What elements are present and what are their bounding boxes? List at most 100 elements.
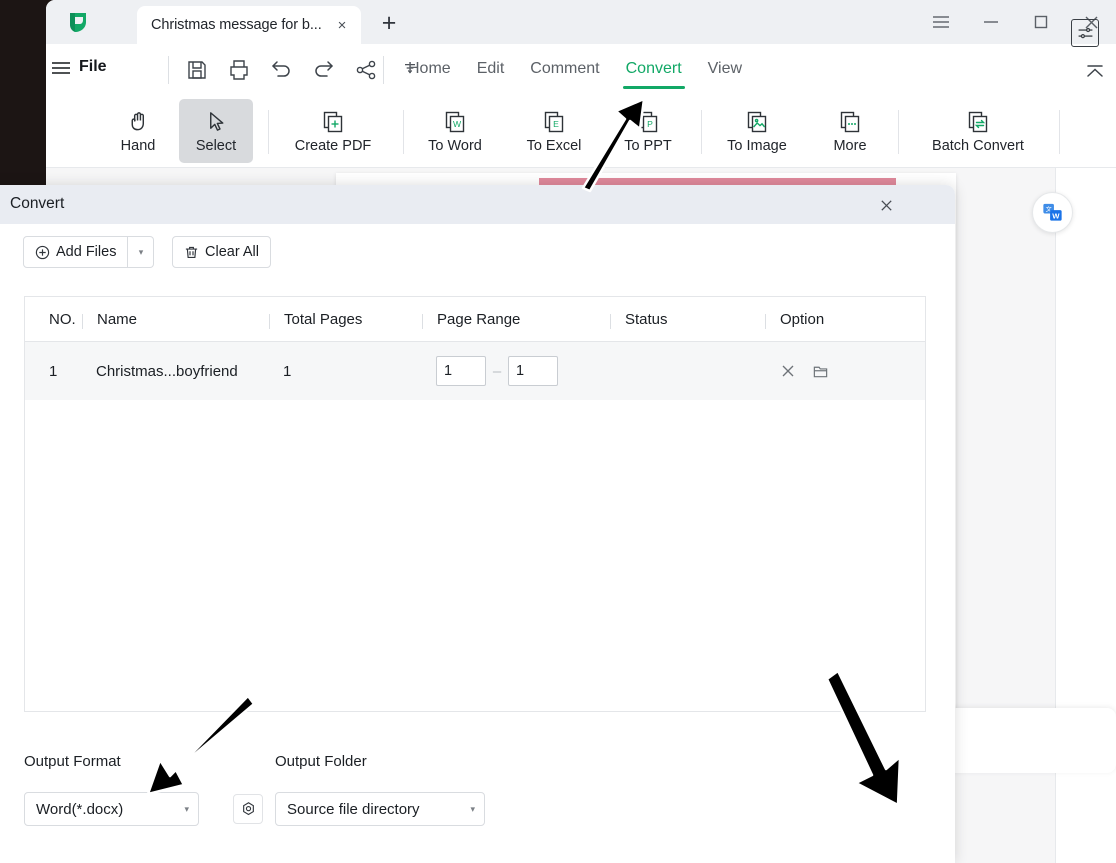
tab-comment-label: Comment [530, 60, 600, 77]
tab-convert[interactable]: Convert [613, 54, 695, 89]
main-menu-icon[interactable] [51, 60, 71, 80]
column-header-status-label: Status [625, 310, 668, 328]
svg-text:P: P [647, 119, 653, 129]
add-files-button[interactable]: Add Files [23, 236, 129, 268]
ribbon-button-batch-convert[interactable]: Batch Convert [908, 99, 1048, 163]
cell-option [779, 362, 909, 380]
ribbon-separator-3 [701, 110, 702, 154]
table-header-row: NO. Name Total Pages Page Range Status O… [25, 297, 925, 342]
ribbon-button-create-pdf[interactable]: Create PDF [278, 99, 388, 163]
column-header-option: Option [765, 310, 909, 329]
document-tab[interactable]: Christmas message for b... × [137, 6, 361, 44]
collapse-ribbon-icon[interactable] [1084, 60, 1106, 82]
ribbon-separator-4 [898, 110, 899, 154]
batch-convert-icon [965, 109, 991, 135]
remove-file-icon[interactable] [779, 362, 797, 380]
convert-dialog-toolbar: Add Files ▾ Clear All [0, 224, 955, 286]
svg-text:E: E [553, 119, 559, 129]
column-header-total-pages-label: Total Pages [284, 310, 363, 328]
folder-icon[interactable] [811, 362, 829, 380]
tab-home-label: Home [408, 60, 451, 77]
cell-name: Christmas...boyfriend [96, 362, 238, 380]
ribbon-button-create-pdf-label: Create PDF [294, 137, 372, 154]
output-format-select[interactable]: Word(*.docx) ▾ [24, 792, 199, 826]
to-image-icon [744, 109, 770, 135]
desktop-backdrop-left [0, 0, 46, 190]
convert-dialog-title: Convert [10, 195, 65, 212]
to-word-icon: W [442, 109, 468, 135]
translate-word-icon[interactable]: 文 W [1032, 192, 1073, 233]
close-icon[interactable] [874, 193, 898, 217]
print-icon[interactable] [227, 58, 251, 82]
output-format-value: Word(*.docx) [36, 800, 124, 818]
column-header-no: NO. [49, 310, 76, 328]
more-icon [837, 109, 863, 135]
clear-all-button[interactable]: Clear All [172, 236, 271, 268]
output-folder-label: Output Folder [275, 753, 367, 770]
to-ppt-icon: P [635, 109, 661, 135]
add-files-group: Add Files ▾ [23, 236, 155, 268]
gear-icon[interactable] [233, 794, 263, 824]
tab-home[interactable]: Home [395, 54, 464, 89]
ribbon-button-to-excel[interactable]: E To Excel [512, 99, 596, 163]
ribbon-tab-list: Home Edit Comment Convert View [395, 54, 755, 89]
ribbon-button-to-word-label: To Word [428, 137, 482, 154]
app-menu-icon[interactable] [916, 0, 966, 44]
page-range-from-input[interactable] [436, 356, 486, 386]
close-icon[interactable]: × [333, 16, 351, 34]
ribbon-button-to-word[interactable]: W To Word [412, 99, 498, 163]
ribbon-button-to-image[interactable]: To Image [711, 99, 803, 163]
column-header-option-label: Option [780, 310, 825, 328]
ribbon-button-hand[interactable]: Hand [103, 99, 173, 163]
ribbon-button-select[interactable]: Select [179, 99, 253, 163]
redo-icon[interactable] [312, 58, 336, 82]
convert-dialog-footer: Output Format Word(*.docx) ▾ Output Fold… [0, 740, 955, 863]
ribbon-toolbar: Hand Select Create PDF W To Word E To Ex… [46, 96, 1116, 168]
plus-circle-icon [35, 245, 50, 260]
ribbon-separator-2 [403, 110, 404, 154]
ribbon-separator-5 [1059, 110, 1060, 154]
ribbon-button-more[interactable]: More [814, 99, 886, 163]
sliders-panel-icon[interactable] [1071, 19, 1099, 47]
output-folder-select[interactable]: Source file directory ▾ [275, 792, 485, 826]
column-header-page-range-label: Page Range [437, 310, 521, 328]
hand-icon [125, 109, 151, 135]
tab-comment[interactable]: Comment [517, 54, 612, 89]
tab-view-label: View [707, 60, 743, 77]
save-icon[interactable] [185, 58, 209, 82]
undo-icon[interactable] [269, 58, 293, 82]
output-folder-value: Source file directory [287, 800, 420, 818]
ribbon-button-to-ppt[interactable]: P To PPT [608, 99, 688, 163]
tab-edit[interactable]: Edit [464, 54, 518, 89]
cursor-arrow-icon [203, 109, 229, 135]
clear-all-label: Clear All [205, 244, 259, 260]
file-menu-button[interactable]: File [79, 58, 107, 76]
table-row[interactable]: 1 Christmas...boyfriend 1 – [25, 342, 925, 400]
ribbon-button-select-label: Select [195, 137, 237, 154]
add-files-dropdown-button[interactable]: ▾ [128, 236, 155, 268]
cell-no: 1 [49, 362, 58, 380]
page-range-to-input[interactable] [508, 356, 558, 386]
column-header-name: Name [82, 310, 283, 329]
app-logo-icon [66, 10, 92, 36]
minimize-icon[interactable] [966, 0, 1016, 44]
chevron-down-icon: ▾ [138, 246, 144, 257]
tab-edit-label: Edit [476, 60, 505, 77]
chevron-down-icon: ▾ [470, 803, 475, 814]
column-header-status: Status [610, 310, 779, 329]
file-list-table: NO. Name Total Pages Page Range Status O… [24, 296, 926, 712]
column-header-name-label: Name [97, 310, 138, 328]
trash-icon [184, 245, 199, 260]
tab-view[interactable]: View [695, 54, 755, 89]
new-tab-button[interactable]: + [376, 10, 402, 36]
more-quick-icon[interactable] [358, 58, 415, 82]
ribbon-button-hand-label: Hand [120, 137, 156, 154]
maximize-icon[interactable] [1016, 0, 1066, 44]
ribbon-button-more-label: More [833, 137, 867, 154]
output-format-label: Output Format [24, 753, 121, 770]
menu-divider [168, 56, 169, 84]
svg-text:W: W [1052, 211, 1060, 220]
convert-dialog-header: Convert [0, 185, 955, 224]
ribbon-button-to-ppt-label: To PPT [624, 137, 672, 154]
column-header-page-range: Page Range [422, 310, 624, 329]
